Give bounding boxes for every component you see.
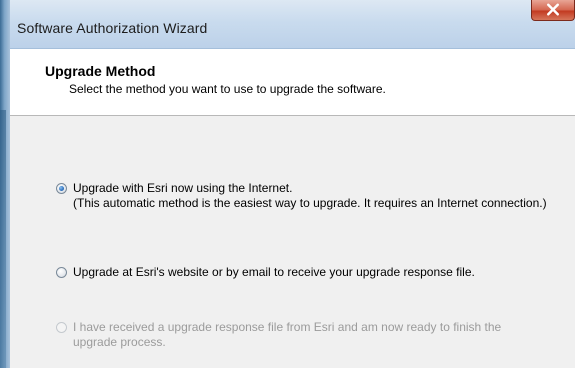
option-upgrade-website-email-label: Upgrade at Esri's website or by email to… [73, 265, 475, 280]
page-title: Upgrade Method [45, 63, 156, 79]
option-upgrade-internet-line2: (This automatic method is the easiest wa… [73, 196, 547, 210]
option-finish-upgrade-label: I have received a upgrade response file … [73, 320, 501, 350]
option-finish-upgrade: I have received a upgrade response file … [56, 320, 501, 350]
option-upgrade-internet[interactable]: Upgrade with Esri now using the Internet… [56, 181, 547, 211]
close-x-icon [547, 3, 559, 16]
option-finish-upgrade-line2: upgrade process. [73, 335, 166, 349]
option-upgrade-website-email[interactable]: Upgrade at Esri's website or by email to… [56, 265, 475, 280]
wizard-header: Upgrade Method Select the method you wan… [10, 49, 575, 116]
option-finish-upgrade-line1: I have received a upgrade response file … [73, 320, 502, 334]
window-title: Software Authorization Wizard [17, 20, 208, 36]
option-upgrade-website-email-line1: Upgrade at Esri's website or by email to… [73, 265, 475, 279]
radio-upgrade-website-email[interactable] [56, 267, 67, 278]
title-bar: Software Authorization Wizard [10, 0, 575, 49]
option-upgrade-internet-label: Upgrade with Esri now using the Internet… [73, 181, 547, 211]
radio-upgrade-internet[interactable] [56, 183, 67, 194]
window-frame-left [0, 0, 10, 368]
page-subtitle: Select the method you want to use to upg… [69, 82, 386, 96]
option-upgrade-internet-line1: Upgrade with Esri now using the Internet… [73, 181, 293, 195]
wizard-body: Upgrade with Esri now using the Internet… [10, 116, 575, 368]
close-button[interactable] [531, 0, 575, 21]
radio-finish-upgrade [56, 322, 67, 333]
wizard-window: Software Authorization Wizard Upgrade Me… [0, 0, 575, 368]
